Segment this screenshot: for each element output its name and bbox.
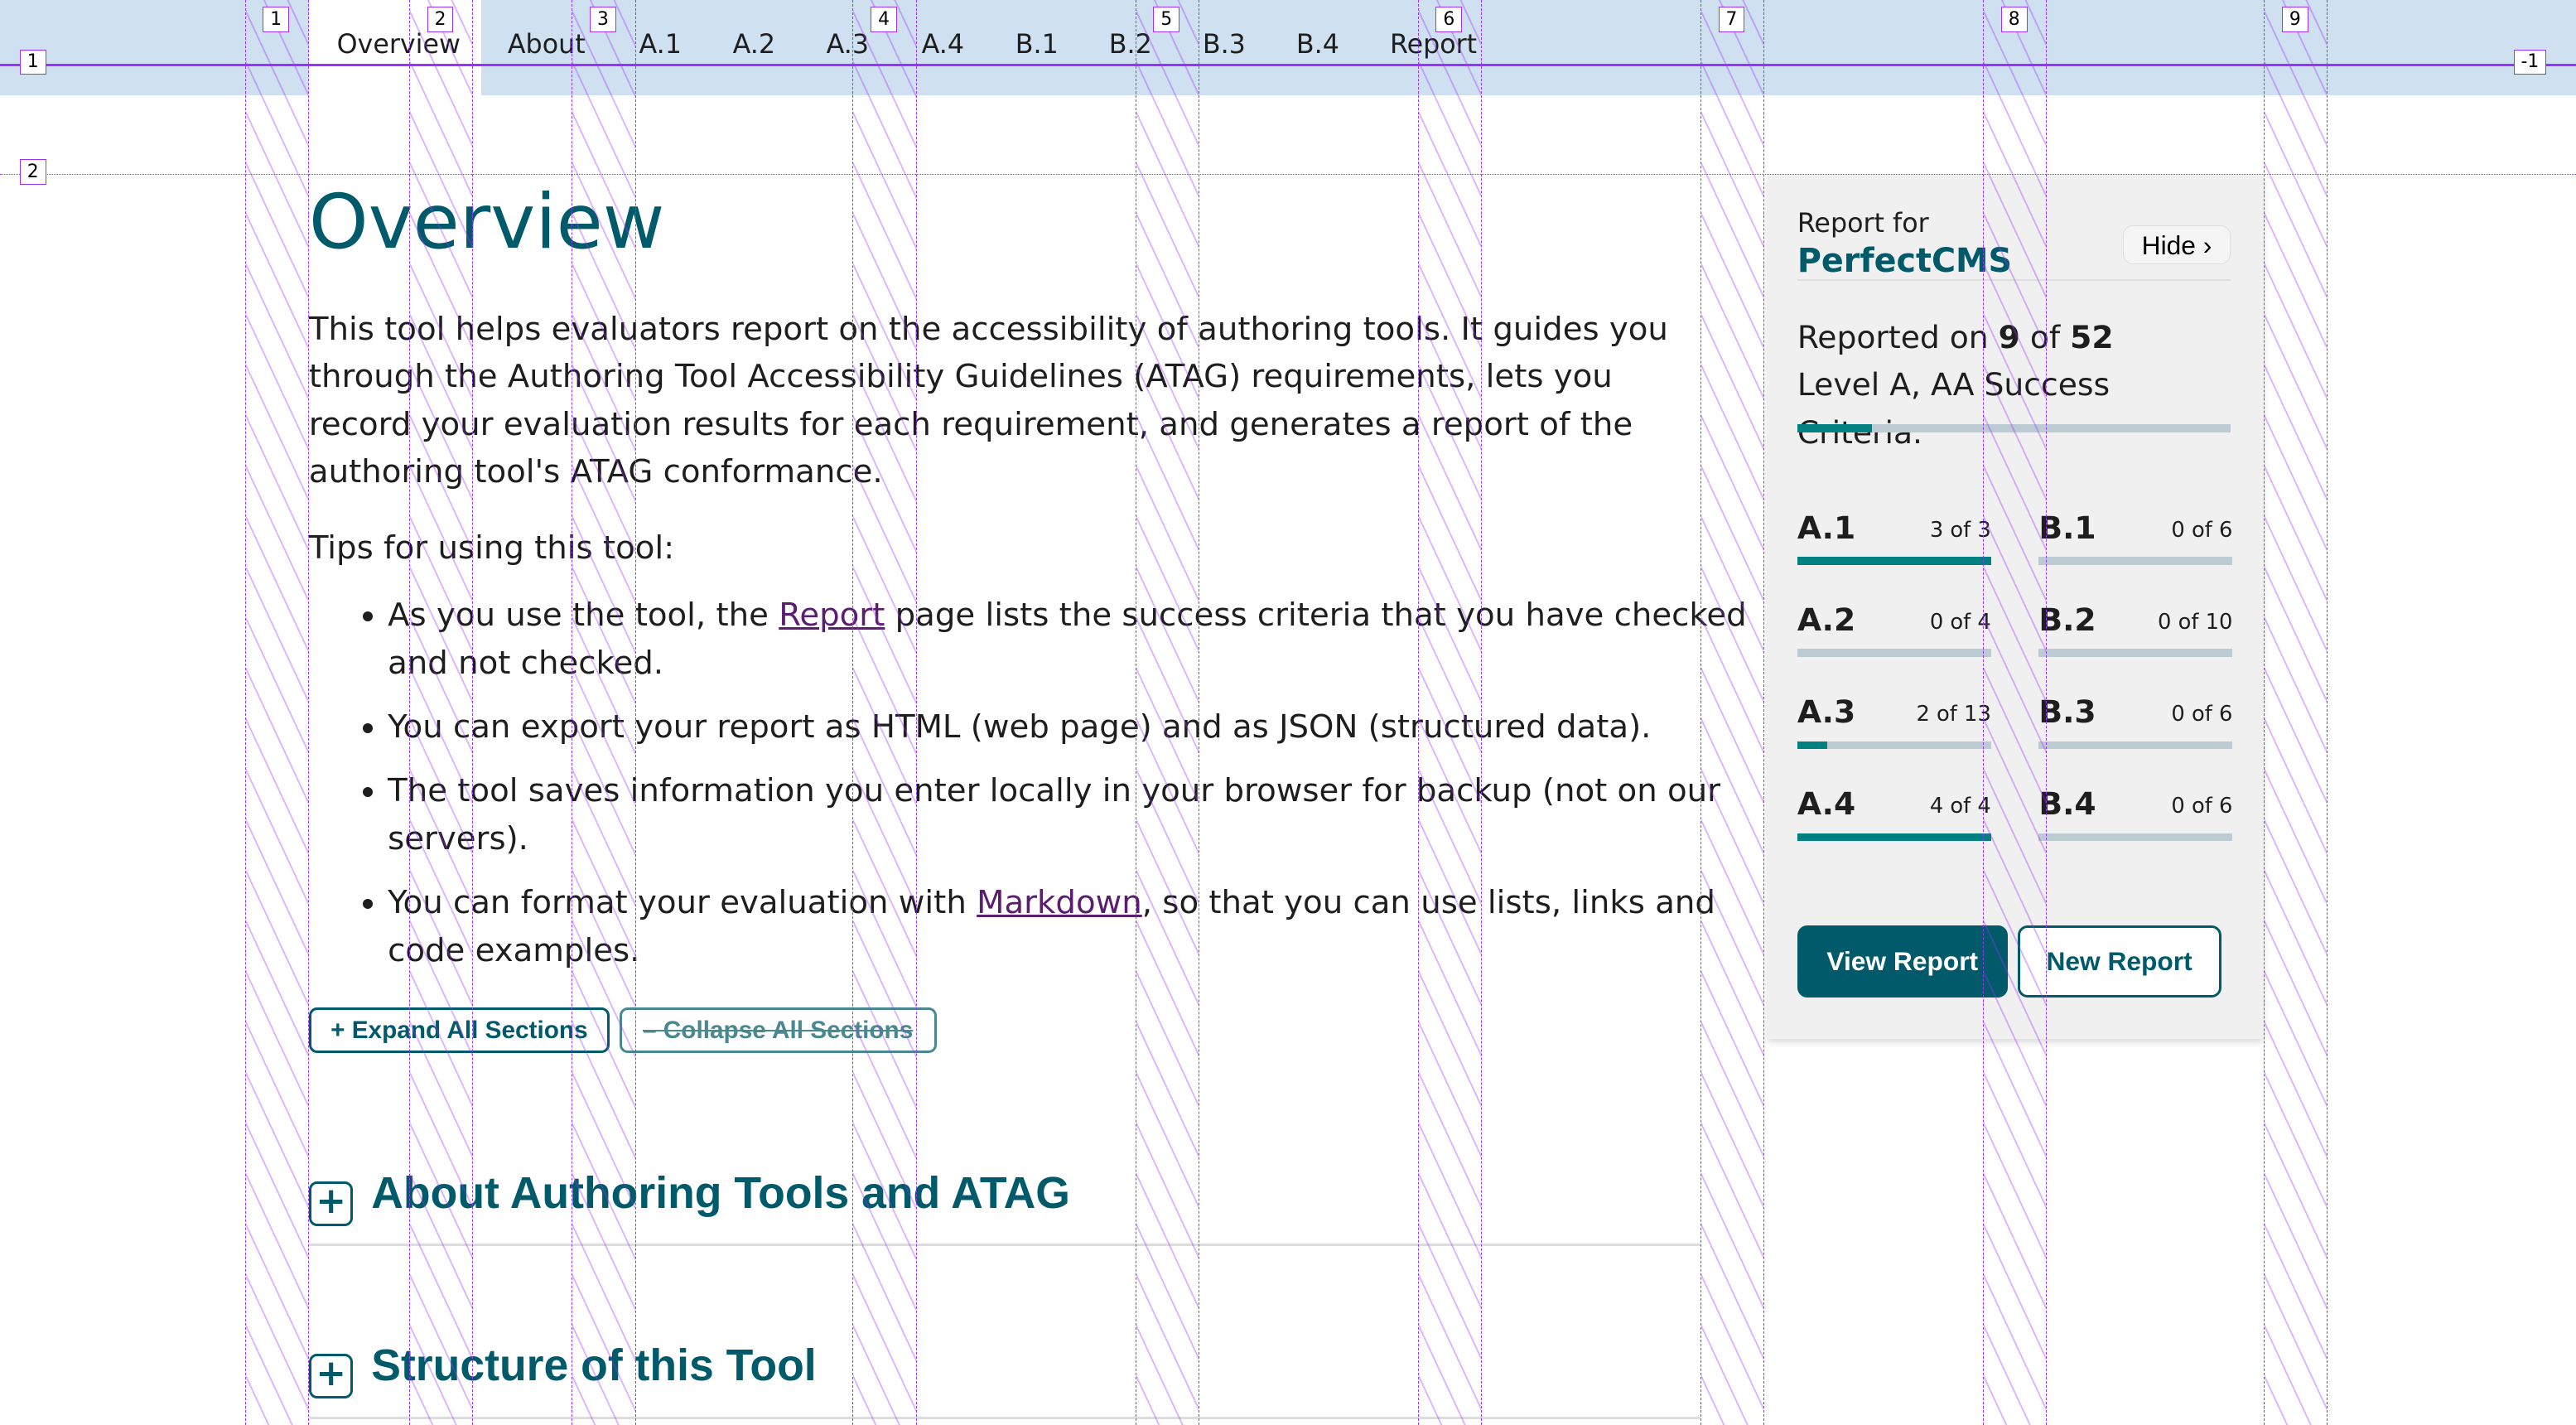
progress-summary: Reported on 9 of 52 Level A, AA Success C…: [1797, 318, 2114, 451]
progress-fill: [1797, 833, 1991, 842]
tip-item: You can format your evaluation with Mark…: [388, 879, 1784, 974]
report-panel: Report for PerfectCMS Hide › Reported on…: [1768, 176, 2265, 1039]
tab-about[interactable]: About: [508, 30, 586, 60]
view-report-button[interactable]: View Report: [1797, 925, 2008, 998]
criterion-progress-bar: [1797, 833, 1991, 842]
expand-all-button[interactable]: + Expand All Sections: [308, 1007, 610, 1054]
report-link[interactable]: Report: [779, 597, 885, 634]
tab-b3[interactable]: B.3: [1203, 30, 1246, 60]
criterion-count: 0 of 6: [2171, 793, 2233, 819]
criterion-progress-bar: [1797, 557, 1991, 566]
criterion-id[interactable]: A.3: [1797, 693, 1855, 730]
section-heading[interactable]: About Authoring Tools and ATAG: [371, 1168, 1070, 1219]
criterion-id[interactable]: B.1: [2038, 510, 2096, 546]
grid-gap-column: [2264, 0, 2328, 1425]
grid-row-label: 2: [19, 159, 46, 186]
collapse-all-button[interactable]: – Collapse All Sections: [619, 1007, 937, 1054]
criterion-progress-bar: [2038, 833, 2233, 842]
progress-fill: [1797, 741, 1827, 750]
criterion-count: 0 of 10: [2158, 609, 2233, 635]
criterion-progress-bar: [2038, 557, 2233, 566]
divider: [1797, 279, 2231, 282]
criterion-progress-bar: [2038, 649, 2233, 658]
tab-b2[interactable]: B.2: [1109, 30, 1152, 60]
tips-heading: Tips for using this tool:: [308, 529, 675, 567]
criterion-progress-bar: [2038, 741, 2233, 750]
product-name: PerfectCMS: [1797, 241, 2013, 280]
tips-list: As you use the tool, the Report page lis…: [309, 592, 1784, 991]
expand-plus-icon[interactable]: +: [308, 1354, 354, 1398]
criterion-id[interactable]: B.2: [2038, 601, 2096, 638]
criterion-count: 0 of 4: [1929, 609, 1991, 635]
markdown-link[interactable]: Markdown: [977, 884, 1142, 921]
criterion-progress-bar: [1797, 741, 1991, 750]
tab-b4[interactable]: B.4: [1296, 30, 1339, 60]
hide-panel-button[interactable]: Hide ›: [2122, 225, 2231, 265]
criterion-id[interactable]: A.1: [1797, 510, 1855, 546]
tip-item: As you use the tool, the Report page lis…: [388, 592, 1784, 687]
grid-row-line: [0, 174, 2576, 175]
report-for-label: Report for: [1797, 208, 1929, 239]
section-structure[interactable]: + Structure of this Tool: [308, 1341, 1700, 1419]
tab-a1[interactable]: A.1: [639, 30, 682, 60]
criterion-id[interactable]: B.4: [2038, 785, 2096, 822]
tab-a3[interactable]: A.3: [827, 30, 869, 60]
tab-a2[interactable]: A.2: [733, 30, 775, 60]
section-about-atag[interactable]: + About Authoring Tools and ATAG: [308, 1169, 1700, 1247]
tab-b1[interactable]: B.1: [1015, 30, 1059, 60]
criterion-count: 3 of 3: [1929, 517, 1991, 543]
criterion-progress-bar: [1797, 649, 1991, 658]
section-heading[interactable]: Structure of this Tool: [371, 1340, 816, 1391]
criterion-count: 4 of 4: [1929, 793, 1991, 819]
criterion-id[interactable]: A.2: [1797, 601, 1855, 638]
page-title: Overview: [308, 177, 665, 267]
intro-paragraph: This tool helps evaluators report on the…: [308, 310, 1668, 491]
criterion-id[interactable]: B.3: [2038, 693, 2096, 730]
criterion-count: 0 of 6: [2171, 701, 2233, 727]
criterion-count: 2 of 13: [1916, 701, 1991, 727]
tab-a4[interactable]: A.4: [922, 30, 964, 60]
progress-fill: [1797, 557, 1991, 566]
overall-progress-bar: [1797, 423, 2231, 432]
new-report-button[interactable]: New Report: [2017, 925, 2221, 998]
tab-report[interactable]: Report: [1390, 30, 1477, 60]
top-navigation: Overview About A.1 A.2 A.3 A.4 B.1 B.2 B…: [0, 0, 2576, 96]
criterion-count: 0 of 6: [2171, 517, 2233, 543]
progress-fill: [1797, 423, 1873, 432]
expand-plus-icon[interactable]: +: [308, 1181, 354, 1226]
tip-item: You can export your report as HTML (web …: [388, 703, 1784, 751]
criterion-id[interactable]: A.4: [1797, 785, 1855, 822]
tab-overview[interactable]: Overview: [337, 30, 461, 60]
grid-gap-column: [244, 0, 309, 1425]
tip-item: The tool saves information you enter loc…: [388, 767, 1784, 862]
